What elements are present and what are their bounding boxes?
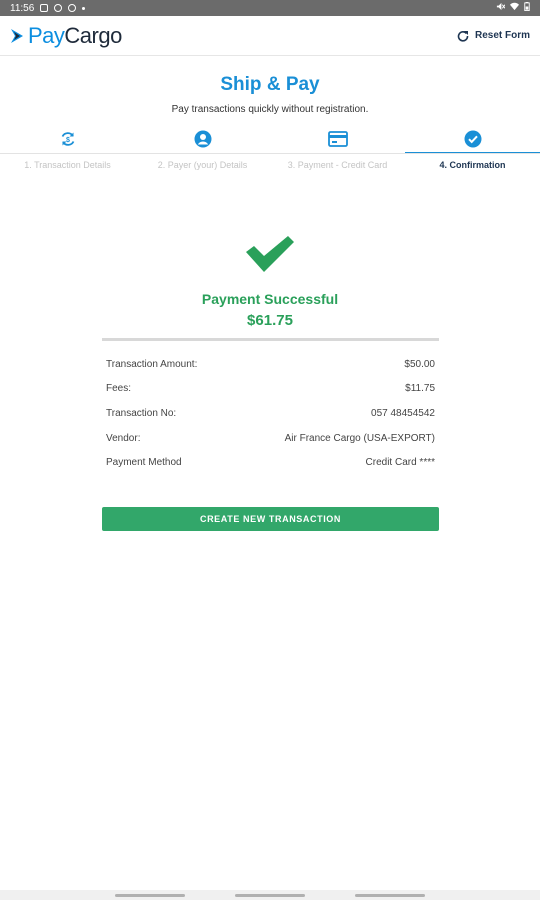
- settings-notification-icon: [54, 4, 63, 12]
- success-checkmark-icon: [246, 236, 294, 272]
- step-label-2[interactable]: 2. Payer (your) Details: [135, 160, 270, 170]
- refresh-icon: [457, 30, 469, 42]
- step-label-3[interactable]: 3. Payment - Credit Card: [270, 160, 405, 170]
- summary-value: $11.75: [405, 383, 435, 395]
- summary-divider: [102, 338, 439, 341]
- success-check-container: [0, 234, 540, 274]
- summary-label: Transaction Amount:: [106, 358, 198, 370]
- summary-value: 057 48454542: [371, 407, 435, 419]
- page-title: Ship & Pay: [220, 74, 320, 95]
- summary-label: Vendor:: [106, 432, 141, 444]
- battery-icon: [524, 2, 530, 14]
- step-tabs: $: [0, 124, 540, 154]
- transaction-summary: Transaction Amount: $50.00 Fees: $11.75 …: [106, 352, 435, 475]
- nav-home-handle[interactable]: [235, 893, 305, 897]
- summary-label: Payment Method: [106, 457, 182, 469]
- sync-notification-icon: [68, 4, 77, 12]
- summary-row: Fees: $11.75: [106, 377, 435, 402]
- summary-row: Vendor: Air France Cargo (USA-EXPORT): [106, 426, 435, 451]
- mute-icon: [496, 2, 506, 14]
- nav-back-handle[interactable]: [115, 893, 185, 897]
- payment-total-amount: $61.75: [247, 312, 293, 329]
- summary-label: Transaction No:: [106, 407, 177, 419]
- payment-success-title: Payment Successful: [201, 291, 339, 307]
- image-notification-icon: [40, 4, 49, 12]
- logo-text-cargo: Cargo: [64, 22, 122, 48]
- step-tab-payer-details[interactable]: [135, 124, 270, 154]
- sync-icon: $: [61, 132, 74, 146]
- status-bar: 11:56: [0, 0, 540, 16]
- step-tab-transaction-details[interactable]: $: [0, 124, 135, 154]
- wifi-icon: [510, 2, 519, 14]
- step-tab-payment-credit-card[interactable]: [270, 124, 405, 154]
- status-time: 11:56: [10, 2, 35, 14]
- user-icon: [194, 130, 211, 148]
- reset-form-button[interactable]: Reset Form: [457, 30, 530, 42]
- svg-text:$: $: [66, 137, 70, 144]
- system-nav-bar: [0, 890, 540, 900]
- summary-row: Payment Method Credit Card ****: [106, 450, 435, 475]
- step-labels: 1. Transaction Details 2. Payer (your) D…: [0, 160, 540, 170]
- app-header: PayCargo Reset Form: [0, 16, 540, 56]
- summary-value: $50.00: [404, 358, 435, 370]
- summary-value: Air France Cargo (USA-EXPORT): [284, 432, 435, 444]
- logo-arrow-icon: [11, 28, 23, 43]
- paycargo-logo[interactable]: PayCargo: [10, 23, 122, 49]
- page-subtitle: Pay transactions quickly without registr…: [171, 104, 369, 115]
- logo-text-pay: Pay: [28, 22, 65, 48]
- step-tab-confirmation[interactable]: [405, 124, 540, 154]
- nav-recents-handle[interactable]: [355, 893, 425, 897]
- step-label-1[interactable]: 1. Transaction Details: [0, 160, 135, 170]
- step-label-4[interactable]: 4. Confirmation: [405, 160, 540, 170]
- credit-card-icon: [327, 131, 348, 147]
- summary-row: Transaction Amount: $50.00: [106, 352, 435, 377]
- create-new-transaction-button[interactable]: CREATE NEW TRANSACTION: [102, 507, 439, 531]
- more-notifications-dot-icon: [82, 6, 86, 10]
- summary-label: Fees:: [106, 383, 132, 395]
- summary-value: Credit Card ****: [365, 457, 435, 469]
- reset-form-label: Reset Form: [474, 30, 530, 41]
- summary-row: Transaction No: 057 48454542: [106, 401, 435, 426]
- steps-divider: [0, 153, 540, 154]
- check-circle-icon: [464, 130, 481, 148]
